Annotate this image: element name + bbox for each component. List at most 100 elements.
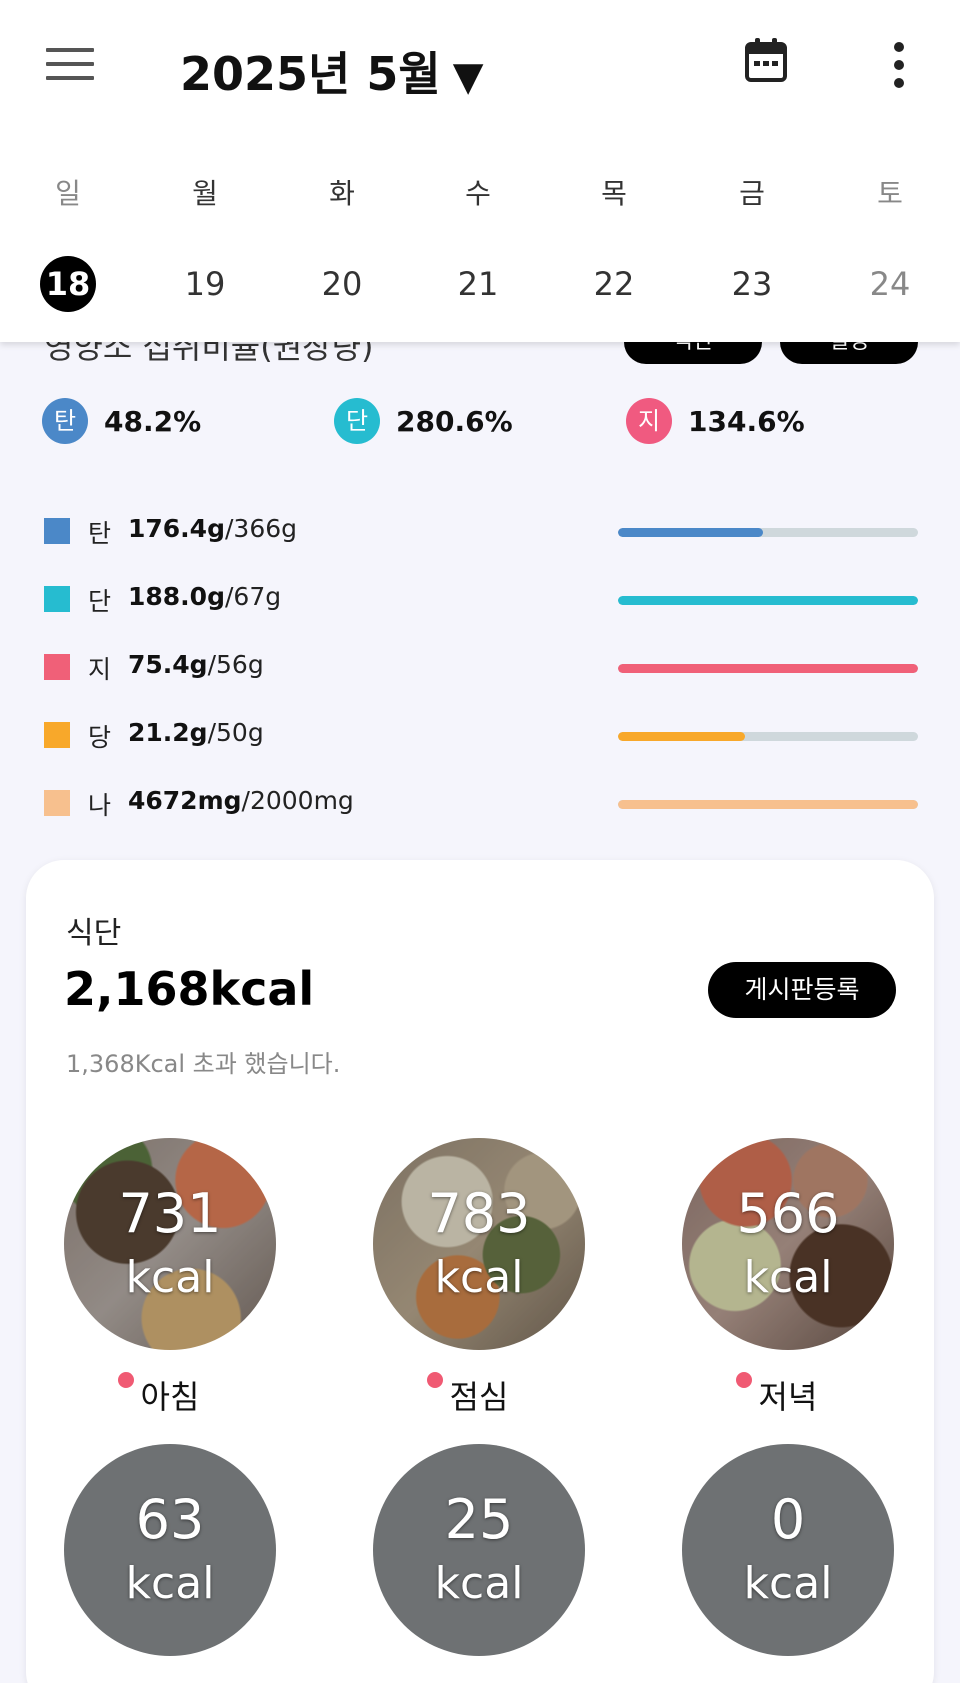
nutrient-progress-bar bbox=[618, 732, 918, 741]
nutrient-target: /2000mg bbox=[241, 786, 354, 815]
dinner-photo-circle[interactable]: 566 kcal bbox=[682, 1138, 894, 1350]
nutrient-consumed: 188.0g bbox=[128, 582, 225, 611]
weekday-label: 금 bbox=[739, 177, 765, 210]
weekday-label: 토 bbox=[877, 177, 903, 210]
lunch-kcal-value: 783 bbox=[427, 1182, 531, 1245]
carb-badge: 탄 bbox=[42, 398, 88, 444]
nutrient-progress-bar bbox=[618, 664, 918, 673]
calorie-over-message: 1,368Kcal 초과 했습니다. bbox=[66, 1050, 341, 1078]
dinner-label: 저녁 bbox=[682, 1372, 894, 1418]
weekday-label: 수 bbox=[465, 177, 491, 210]
date-cell[interactable]: 24 bbox=[850, 256, 930, 312]
snack-kcal-value: 63 bbox=[135, 1488, 205, 1551]
snack-kcal-unit: kcal bbox=[125, 1558, 215, 1609]
date-cell[interactable]: 20 bbox=[302, 256, 382, 312]
nutrient-consumed: 4672mg bbox=[128, 786, 242, 815]
weekday-label: 일 bbox=[55, 177, 81, 210]
nutrient-name: 지 bbox=[88, 655, 112, 684]
legend-swatch bbox=[44, 790, 70, 816]
legend-swatch bbox=[44, 722, 70, 748]
nutrient-progress-fill bbox=[618, 528, 763, 537]
month-selector[interactable]: 2025년 5월 ▼ bbox=[180, 38, 483, 104]
snack-kcal-value: 0 bbox=[770, 1488, 806, 1551]
legend-swatch bbox=[44, 654, 70, 680]
weekday-label: 월 bbox=[192, 177, 218, 210]
protein-badge: 단 bbox=[334, 398, 380, 444]
more-vertical-icon[interactable] bbox=[888, 42, 910, 88]
nutrient-target: /366g bbox=[224, 514, 297, 543]
nutrient-progress-fill bbox=[618, 664, 918, 673]
calendar-icon[interactable] bbox=[744, 36, 788, 84]
weekday-label: 목 bbox=[601, 177, 627, 210]
nutrient-amount: 21.2g/50g bbox=[128, 718, 264, 747]
nutrient-target: /67g bbox=[224, 582, 282, 611]
fat-badge: 지 bbox=[626, 398, 672, 444]
date-cell[interactable]: 19 bbox=[165, 256, 245, 312]
nutrient-amount: 188.0g/67g bbox=[128, 582, 281, 611]
nutrient-consumed: 75.4g bbox=[128, 650, 208, 679]
meal-label-text: 저녁 bbox=[758, 1378, 818, 1416]
app-header: 2025년 5월 ▼ 일 월 화 수 목 금 토 18 19 20 21 22 2… bbox=[0, 0, 960, 342]
nutrient-progress-bar bbox=[618, 800, 918, 809]
fat-percent: 지 134.6% bbox=[626, 398, 805, 444]
nutrient-name: 당 bbox=[88, 723, 112, 752]
nutrient-row-protein: 단 188.0g/67g bbox=[0, 580, 960, 620]
nutrient-target: /56g bbox=[207, 650, 264, 679]
dropdown-triangle-icon: ▼ bbox=[452, 54, 484, 100]
snack-kcal-unit: kcal bbox=[434, 1558, 524, 1609]
date-cell[interactable]: 22 bbox=[574, 256, 654, 312]
snack-kcal-value: 25 bbox=[444, 1488, 514, 1551]
nutrient-row-fat: 지 75.4g/56g bbox=[0, 648, 960, 688]
nutrient-name: 탄 bbox=[88, 519, 112, 548]
record-indicator-dot bbox=[118, 1372, 134, 1388]
diet-card: 식단 2,168kcal 게시판등록 1,368Kcal 초과 했습니다. 73… bbox=[26, 860, 934, 1683]
meal-label-text: 점심 bbox=[449, 1378, 509, 1416]
lunch-label: 점심 bbox=[373, 1372, 585, 1418]
nutrient-name: 단 bbox=[88, 587, 112, 616]
nutrient-name: 나 bbox=[88, 791, 112, 820]
post-to-board-button[interactable]: 게시판등록 bbox=[708, 962, 896, 1018]
nutrient-consumed: 21.2g bbox=[128, 718, 208, 747]
date-cell[interactable]: 21 bbox=[438, 256, 518, 312]
fat-percent-value: 134.6% bbox=[688, 404, 805, 438]
breakfast-label: 아침 bbox=[64, 1372, 276, 1418]
carb-percent: 탄 48.2% bbox=[42, 398, 201, 444]
nutrient-progress-fill bbox=[618, 800, 918, 809]
snack-circle-1[interactable]: 63 kcal bbox=[64, 1444, 276, 1656]
dinner-kcal-value: 566 bbox=[736, 1182, 840, 1245]
legend-swatch bbox=[44, 586, 70, 612]
nutrient-amount: 176.4g/366g bbox=[128, 514, 297, 543]
diet-total-kcal: 2,168kcal bbox=[64, 962, 315, 1016]
nutrient-row-carb: 탄 176.4g/366g bbox=[0, 512, 960, 552]
protein-percent-value: 280.6% bbox=[396, 404, 513, 438]
nutrient-consumed: 176.4g bbox=[128, 514, 225, 543]
date-cell[interactable]: 23 bbox=[712, 256, 792, 312]
protein-percent: 단 280.6% bbox=[334, 398, 513, 444]
date-cell-selected[interactable]: 18 bbox=[28, 256, 108, 312]
snack-circle-2[interactable]: 25 kcal bbox=[373, 1444, 585, 1656]
nutrient-target: /50g bbox=[207, 718, 264, 747]
nutrient-progress-bar bbox=[618, 596, 918, 605]
nutrient-amount: 75.4g/56g bbox=[128, 650, 264, 679]
meal-label-text: 아침 bbox=[140, 1378, 200, 1416]
nutrient-amount: 4672mg/2000mg bbox=[128, 786, 354, 815]
dinner-kcal-unit: kcal bbox=[743, 1252, 833, 1303]
month-title: 2025년 5월 bbox=[180, 47, 441, 101]
breakfast-photo-circle[interactable]: 731 kcal bbox=[64, 1138, 276, 1350]
diet-label: 식단 bbox=[66, 916, 122, 951]
nutrient-progress-fill bbox=[618, 732, 746, 741]
record-indicator-dot bbox=[427, 1372, 443, 1388]
legend-swatch bbox=[44, 518, 70, 544]
nutrient-progress-bar bbox=[618, 528, 918, 537]
nutrient-row-sugar: 당 21.2g/50g bbox=[0, 716, 960, 756]
nutrient-row-sodium: 나 4672mg/2000mg bbox=[0, 784, 960, 824]
hamburger-menu-icon[interactable] bbox=[46, 48, 94, 82]
snack-circle-3[interactable]: 0 kcal bbox=[682, 1444, 894, 1656]
carb-percent-value: 48.2% bbox=[104, 404, 202, 438]
weekday-label: 화 bbox=[329, 177, 355, 210]
record-indicator-dot bbox=[736, 1372, 752, 1388]
nutrient-progress-fill bbox=[618, 596, 918, 605]
breakfast-kcal-value: 731 bbox=[118, 1182, 222, 1245]
lunch-photo-circle[interactable]: 783 kcal bbox=[373, 1138, 585, 1350]
breakfast-kcal-unit: kcal bbox=[125, 1252, 215, 1303]
